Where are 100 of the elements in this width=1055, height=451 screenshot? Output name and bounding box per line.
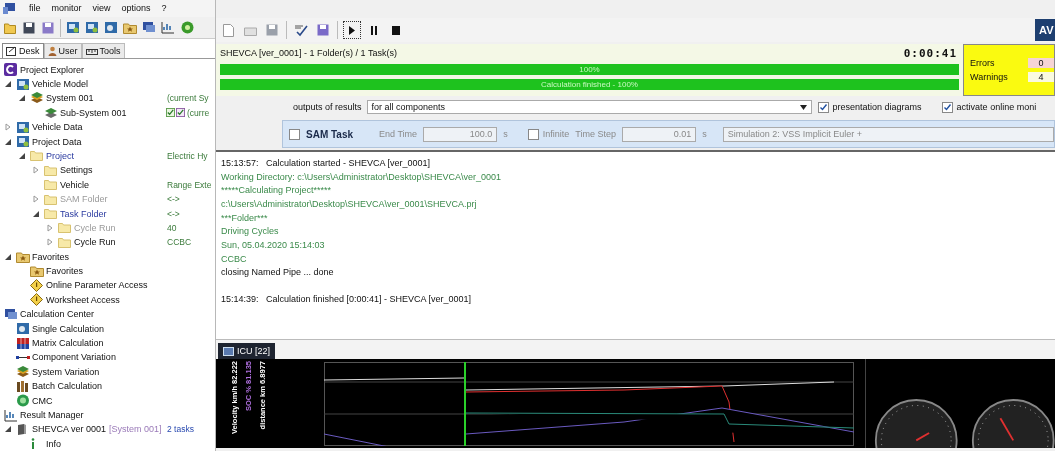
tree-item[interactable]: Online Parameter Access — [46, 280, 148, 291]
progress-label: 100% — [579, 65, 600, 74]
folder-icon — [58, 222, 71, 234]
tree-item[interactable]: Vehicle Data — [32, 122, 83, 133]
output-dropdown[interactable]: for all components — [366, 100, 812, 114]
panel-tab[interactable]: Desk — [2, 43, 44, 59]
tree-item[interactable]: System Variation — [32, 366, 100, 377]
tree-value: <-> — [167, 194, 180, 205]
stop-icon — [392, 25, 400, 35]
tree-item[interactable]: Matrix Calculation — [32, 338, 104, 349]
tree-item[interactable]: Worksheet Access — [46, 294, 120, 305]
spellcheck-button[interactable] — [293, 22, 309, 38]
caret-icon — [799, 104, 807, 110]
checkbox-icon[interactable] — [166, 108, 175, 118]
system-tag: [System 001] — [109, 424, 162, 435]
save-button[interactable] — [22, 20, 36, 35]
tree-value: 2 tasks — [167, 424, 194, 435]
collapse-arrow-icon[interactable] — [18, 151, 26, 160]
unit-label: s — [503, 129, 508, 139]
pause-icon — [370, 25, 378, 35]
model-icon — [16, 135, 30, 149]
log-time: 15:14:39: — [221, 294, 260, 305]
monitor-icon — [4, 307, 18, 321]
tree-item[interactable]: Vehicle — [60, 179, 90, 190]
log-time: 15:13:57: — [221, 157, 260, 168]
tree-value: CCBC — [167, 237, 192, 248]
field-label: End Time — [379, 129, 418, 139]
collapse-arrow-icon[interactable] — [4, 252, 12, 261]
calculation-center-button[interactable] — [142, 20, 156, 35]
menu-item[interactable]: options — [121, 3, 151, 14]
tree-item[interactable]: Batch Calculation — [32, 381, 103, 392]
folder-icon — [30, 150, 43, 162]
checkbox[interactable] — [817, 101, 829, 113]
expand-arrow-icon[interactable] — [32, 166, 40, 175]
new-file-button[interactable] — [220, 22, 236, 38]
warning-diamond-icon — [30, 279, 43, 292]
tree-value: (current Sy — [167, 93, 209, 104]
tree-item[interactable]: Single Calculation — [32, 323, 105, 334]
tree-item[interactable]: Result Manager — [20, 410, 84, 420]
collapse-arrow-icon[interactable] — [4, 137, 12, 146]
tree-item[interactable]: Project — [46, 150, 74, 161]
expand-arrow-icon[interactable] — [46, 238, 54, 247]
menu-item[interactable]: monitor — [51, 3, 82, 14]
checkbox[interactable] — [527, 128, 539, 140]
tree-item[interactable]: SHEVCA ver 0001 — [32, 424, 107, 435]
help-button[interactable] — [180, 20, 194, 35]
menu-item[interactable]: view — [92, 3, 111, 14]
tree-item[interactable]: Info — [46, 438, 61, 449]
tree-item[interactable]: Vehicle Model — [32, 79, 89, 89]
tree-item[interactable]: System 001 — [46, 93, 94, 104]
layers-icon — [30, 92, 44, 105]
tree-item[interactable]: Settings — [60, 165, 93, 176]
checkbox-icon[interactable] — [176, 108, 185, 118]
c-logo-icon — [4, 63, 17, 77]
folder-icon — [44, 164, 57, 176]
project-data-button[interactable] — [104, 20, 118, 35]
collapse-arrow-icon[interactable] — [4, 80, 12, 88]
tree-item[interactable]: Favorites — [46, 266, 83, 277]
collapse-arrow-icon[interactable] — [4, 425, 12, 434]
collapse-arrow-icon[interactable] — [18, 94, 26, 103]
tree-item[interactable]: Calculation Center — [20, 309, 95, 320]
run-title: SHEVCA [ver_0001] - 1 Folder(s) / 1 Task(s) — [220, 48, 397, 58]
menu-item[interactable]: file — [29, 3, 41, 14]
collapse-arrow-icon[interactable] — [32, 209, 40, 218]
play-button[interactable] — [344, 22, 360, 38]
checkbox[interactable] — [289, 128, 300, 140]
checkbox[interactable] — [941, 101, 953, 113]
tree-item[interactable]: Project Explorer — [20, 64, 85, 75]
folder-icon — [44, 193, 57, 205]
log-line: CCBC — [221, 252, 248, 266]
tree-item[interactable]: Task Folder — [60, 208, 107, 219]
tree-item[interactable]: CMC — [32, 395, 53, 406]
model-icon — [16, 120, 30, 134]
elapsed-time: 0:00:41 — [903, 46, 957, 60]
tree-item[interactable]: Sub-System 001 — [60, 107, 127, 118]
save-as-button[interactable] — [315, 22, 331, 38]
favorites-button[interactable] — [123, 20, 137, 35]
save-all-button[interactable] — [41, 20, 55, 35]
result-manager-button[interactable] — [161, 20, 175, 35]
model-data-button[interactable] — [85, 20, 99, 35]
task-name: SAM Task — [306, 128, 354, 140]
book-icon — [16, 423, 28, 436]
tree-item[interactable]: Component Variation — [32, 352, 116, 363]
app-logo-icon — [3, 2, 16, 15]
monitor-tab[interactable]: ICU [22] — [218, 343, 275, 359]
tree-value: Range Exte — [167, 179, 212, 190]
model-button[interactable] — [66, 20, 80, 35]
field-label: Time Step — [575, 129, 617, 139]
expand-arrow-icon[interactable] — [4, 123, 12, 132]
log-line: closing Named Pipe ... done — [221, 266, 335, 280]
tree-item[interactable]: Favorites — [32, 251, 69, 262]
tree-item[interactable]: Project Data — [32, 136, 82, 147]
menu-item[interactable]: ? — [161, 3, 167, 14]
panel-tab[interactable]: User — [43, 43, 82, 59]
tree-item[interactable]: Cycle Run — [74, 237, 116, 248]
star-folder-icon — [16, 250, 30, 263]
open-folder-button[interactable] — [3, 20, 17, 35]
folder-icon — [58, 236, 71, 248]
tree-value: Electric Hy — [167, 150, 208, 161]
panel-tab[interactable]: Tools — [81, 43, 125, 59]
